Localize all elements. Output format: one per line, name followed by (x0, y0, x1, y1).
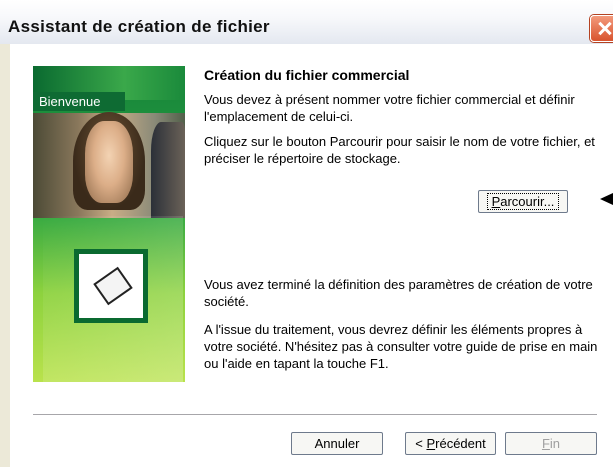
footer-separator (33, 414, 597, 416)
document-icon-shape (93, 266, 133, 306)
wizard-window: Assistant de création de fichier Bienven… (0, 0, 613, 467)
browse-rest: arcourir... (500, 194, 555, 209)
document-icon (74, 249, 148, 323)
completion-text: Vous avez terminé la définition des para… (204, 277, 593, 309)
cancel-button[interactable]: Annuler (291, 432, 383, 455)
previous-button[interactable]: < Précédent (405, 432, 496, 455)
browse-button-label: Parcourir... (486, 193, 560, 210)
finish-accel: F (541, 436, 550, 451)
page-title: Création du fichier commercial (204, 67, 410, 83)
finish-rest: in (549, 436, 561, 451)
pointer-arrow-icon (600, 193, 613, 205)
previous-accel: P (426, 436, 436, 451)
browse-accel: P (491, 194, 501, 209)
welcome-sidebar-image: Bienvenue (33, 66, 185, 382)
close-icon[interactable] (590, 15, 613, 42)
sidebar-banner: Bienvenue (33, 92, 125, 111)
instruction-text: Vous devez à présent nommer votre fichie… (204, 92, 575, 124)
title-bar[interactable]: Assistant de création de fichier (0, 0, 613, 44)
browse-button[interactable]: Parcourir... (478, 190, 568, 213)
photo-woman-face (85, 121, 133, 203)
previous-prefix: < (415, 436, 427, 451)
photo-man (151, 122, 185, 218)
next-steps-text: A l'issue du traitement, vous devrez déf… (204, 322, 598, 371)
window-title: Assistant de création de fichier (8, 17, 270, 36)
previous-rest: récédent (435, 436, 486, 451)
finish-button[interactable]: Fin (505, 432, 597, 455)
browse-instruction-text: Cliquez sur le bouton Parcourir pour sai… (204, 134, 595, 166)
